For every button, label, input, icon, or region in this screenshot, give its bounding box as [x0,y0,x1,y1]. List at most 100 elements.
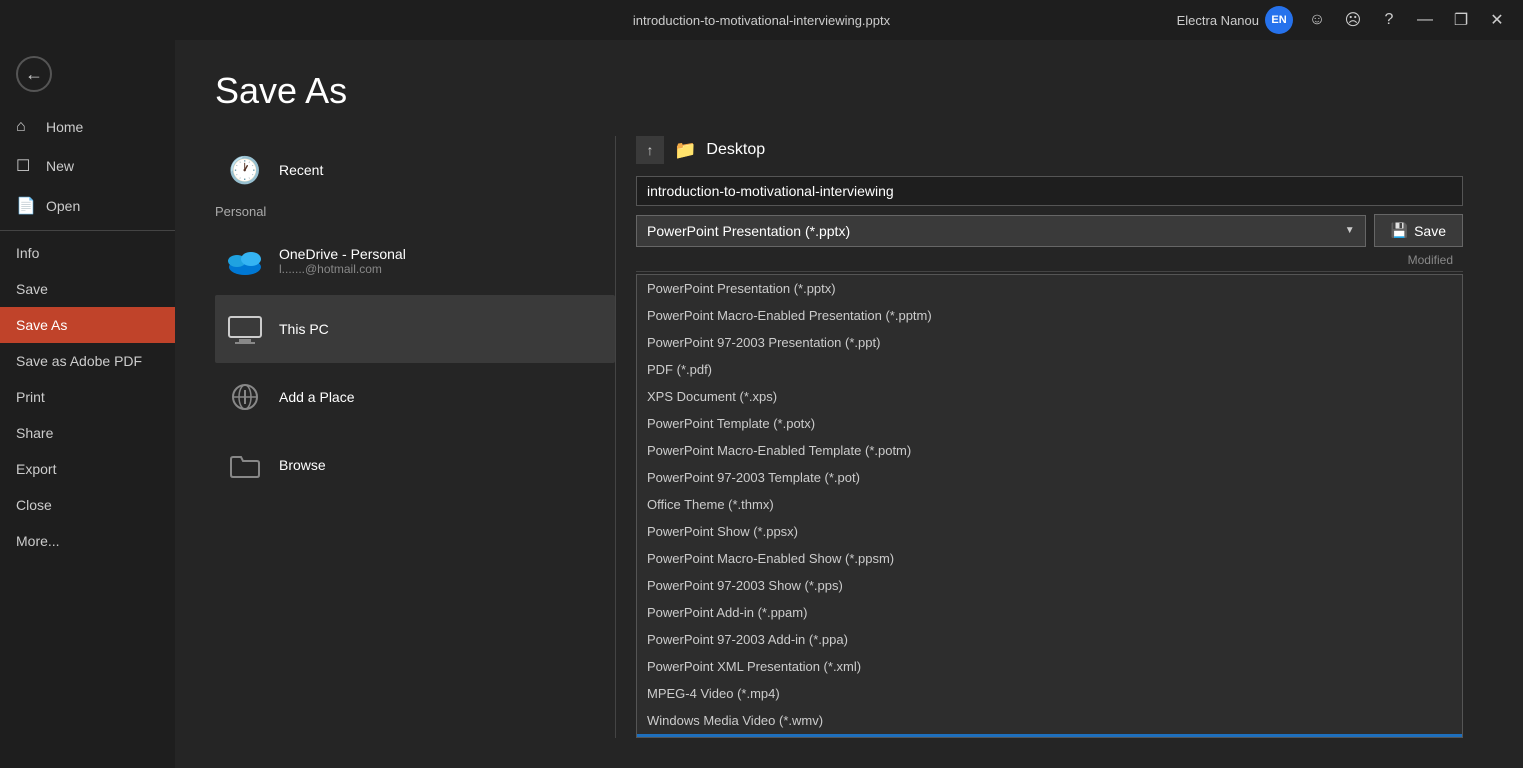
current-location-label: Desktop [706,141,765,159]
location-item-recent[interactable]: 🕐 Recent [215,136,615,204]
format-option-potm[interactable]: PowerPoint Macro-Enabled Template (*.pot… [637,437,1462,464]
format-option-mp4[interactable]: MPEG-4 Video (*.mp4) [637,680,1462,707]
sidebar-item-info-label: Info [16,245,39,261]
sidebar-item-close-label: Close [16,497,52,513]
sidebar-item-share[interactable]: Share [0,415,175,451]
onedrive-icon [225,241,265,281]
sidebar-item-share-label: Share [16,425,53,441]
recent-text: Recent [279,162,323,178]
recent-name: Recent [279,162,323,178]
minimize-button[interactable]: — [1409,6,1441,34]
location-item-onedrive[interactable]: OneDrive - Personal l.......@hotmail.com [215,227,615,295]
sidebar-item-save-adobe-label: Save as Adobe PDF [16,353,142,369]
format-option-gif[interactable]: Animated GIF Format (*.gif) [637,734,1462,738]
sidebar: ← ⌂ Home ☐ New 📄 Open Info Save [0,40,175,768]
sidebar-divider [0,230,175,231]
sidebar-item-more[interactable]: More... [0,523,175,559]
this-pc-name: This PC [279,321,329,337]
format-option-pot[interactable]: PowerPoint 97-2003 Template (*.pot) [637,464,1462,491]
folder-icon: 📁 [674,140,696,161]
sidebar-item-save-as-label: Save As [16,317,67,333]
emoji-sad-icon[interactable]: ☹ [1337,6,1369,34]
sidebar-item-home[interactable]: ⌂ Home [0,108,175,146]
sidebar-item-save-label: Save [16,281,48,297]
add-place-text: Add a Place [279,389,355,405]
location-item-browse[interactable]: Browse [215,431,615,499]
help-icon[interactable]: ? [1373,6,1405,34]
location-item-this-pc[interactable]: This PC [215,295,615,363]
navigate-up-button[interactable]: ↑ [636,136,664,164]
format-option-xps[interactable]: XPS Document (*.xps) [637,383,1462,410]
sidebar-item-open-label: Open [46,198,80,214]
browse-text: Browse [279,457,326,473]
this-pc-icon [225,309,265,349]
title-bar: introduction-to-motivational-interviewin… [0,0,1523,40]
filename-title: introduction-to-motivational-interviewin… [633,13,890,28]
sidebar-item-print[interactable]: Print [0,379,175,415]
user-avatar[interactable]: EN [1265,6,1293,34]
format-option-thmx[interactable]: Office Theme (*.thmx) [637,491,1462,518]
format-option-pdf[interactable]: PDF (*.pdf) [637,356,1462,383]
sidebar-item-save[interactable]: Save [0,271,175,307]
sidebar-item-close[interactable]: Close [0,487,175,523]
recent-icon: 🕐 [225,150,265,190]
dropdown-arrow-icon: ▼ [1345,225,1355,236]
open-icon: 📄 [16,196,36,216]
sidebar-item-open[interactable]: 📄 Open [0,186,175,226]
page-title: Save As [215,70,1483,112]
sidebar-item-new[interactable]: ☐ New [0,146,175,186]
format-option-pps[interactable]: PowerPoint 97-2003 Show (*.pps) [637,572,1462,599]
format-option-ppsx[interactable]: PowerPoint Show (*.ppsx) [637,518,1462,545]
sidebar-item-more-label: More... [16,533,60,549]
onedrive-text: OneDrive - Personal l.......@hotmail.com [279,246,406,276]
emoji-happy-icon[interactable]: ☺ [1301,6,1333,34]
file-name-input[interactable] [636,176,1463,206]
sidebar-item-print-label: Print [16,389,45,405]
window-title: introduction-to-motivational-interviewin… [633,13,890,28]
format-option-wmv[interactable]: Windows Media Video (*.wmv) [637,707,1462,734]
format-option-ppam[interactable]: PowerPoint Add-in (*.ppam) [637,599,1462,626]
format-option-potx[interactable]: PowerPoint Template (*.potx) [637,410,1462,437]
sidebar-item-save-as[interactable]: Save As [0,307,175,343]
sidebar-item-save-adobe[interactable]: Save as Adobe PDF [0,343,175,379]
format-option-ppa[interactable]: PowerPoint 97-2003 Add-in (*.ppa) [637,626,1462,653]
this-pc-text: This PC [279,321,329,337]
sidebar-nav: ⌂ Home ☐ New 📄 Open Info Save Save As [0,108,175,559]
format-select-display[interactable]: PowerPoint Presentation (*.pptx) ▼ [636,215,1366,247]
modified-column-label: Modified [1408,253,1453,267]
user-info: Electra Nanou EN [1177,6,1293,34]
back-icon: ← [16,56,52,92]
username-label: Electra Nanou [1177,13,1259,28]
browse-icon [225,445,265,485]
add-place-icon [225,377,265,417]
sidebar-item-info[interactable]: Info [0,235,175,271]
format-row: PowerPoint Presentation (*.pptx) ▼ 💾 Sav… [636,214,1463,247]
restore-button[interactable]: ❐ [1445,6,1477,34]
left-locations: 🕐 Recent Personal [215,136,615,738]
new-icon: ☐ [16,156,36,176]
content-split: 🕐 Recent Personal [215,136,1483,738]
format-option-pptm[interactable]: PowerPoint Macro-Enabled Presentation (*… [637,302,1462,329]
back-button[interactable]: ← [0,40,175,108]
content-area: Save As 🕐 Recent Personal [175,40,1523,768]
format-dropdown-list[interactable]: PowerPoint Presentation (*.pptx) PowerPo… [636,274,1463,738]
format-option-ppsm[interactable]: PowerPoint Macro-Enabled Show (*.ppsm) [637,545,1462,572]
close-button[interactable]: ✕ [1481,6,1513,34]
format-select-wrapper: PowerPoint Presentation (*.pptx) ▼ [636,215,1366,247]
right-file-area: ↑ 📁 Desktop PowerPoint Presentation (*.p… [616,136,1483,738]
format-option-ppt[interactable]: PowerPoint 97-2003 Presentation (*.ppt) [637,329,1462,356]
main-layout: ← ⌂ Home ☐ New 📄 Open Info Save [0,40,1523,768]
browse-name: Browse [279,457,326,473]
format-option-pptx2[interactable]: PowerPoint Presentation (*.pptx) [637,275,1462,302]
home-icon: ⌂ [16,118,36,136]
save-button[interactable]: 💾 Save [1374,214,1463,247]
sidebar-item-export-label: Export [16,461,56,477]
onedrive-email: l.......@hotmail.com [279,262,406,276]
format-option-xml[interactable]: PowerPoint XML Presentation (*.xml) [637,653,1462,680]
sidebar-item-export[interactable]: Export [0,451,175,487]
sidebar-item-new-label: New [46,158,74,174]
save-button-label: Save [1414,223,1446,239]
onedrive-name: OneDrive - Personal [279,246,406,262]
location-item-add-place[interactable]: Add a Place [215,363,615,431]
right-panel-header: ↑ 📁 Desktop [636,136,1463,164]
